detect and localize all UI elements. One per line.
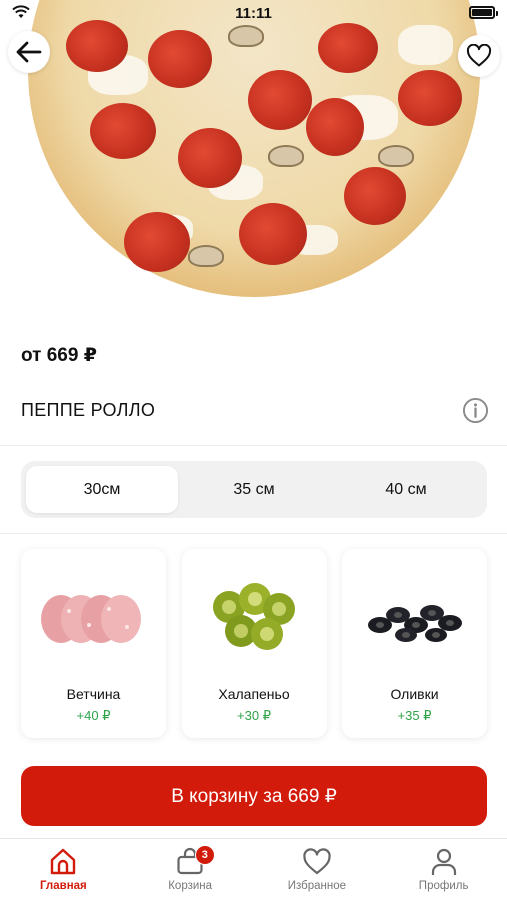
add-to-cart-button[interactable]: В корзину за 669 ₽ bbox=[21, 766, 487, 826]
topping-name: Оливки bbox=[390, 686, 439, 702]
home-icon bbox=[51, 848, 76, 875]
product-price: от 669 ₽ bbox=[21, 345, 97, 366]
size-option-40[interactable]: 40 см bbox=[330, 466, 482, 513]
tab-profile[interactable]: Профиль bbox=[380, 839, 507, 900]
topping-card-olives[interactable]: Оливки +35 ₽ bbox=[342, 549, 487, 738]
product-name: ПЕППЕ РОЛЛО bbox=[21, 399, 156, 420]
topping-card-ham[interactable]: Ветчина +40 ₽ bbox=[21, 549, 166, 738]
back-button[interactable] bbox=[8, 31, 50, 73]
divider bbox=[0, 445, 507, 446]
wifi-icon bbox=[12, 5, 30, 18]
jalapeno-image bbox=[182, 579, 327, 659]
size-selector: 30см 35 см 40 см bbox=[21, 461, 487, 518]
product-image bbox=[0, 0, 507, 330]
topping-price: +40 ₽ bbox=[76, 708, 111, 723]
size-option-35[interactable]: 35 см bbox=[178, 466, 330, 513]
size-option-30[interactable]: 30см bbox=[26, 466, 178, 513]
topping-card-jalapeno[interactable]: Халапеньо +30 ₽ bbox=[181, 549, 327, 738]
status-time: 11:11 bbox=[235, 4, 272, 22]
product-title-row: ПЕППЕ РОЛЛО bbox=[21, 395, 489, 425]
battery-icon bbox=[469, 6, 498, 19]
tab-label: Главная bbox=[39, 880, 87, 892]
olives-image bbox=[342, 579, 487, 659]
favorite-button[interactable] bbox=[458, 35, 500, 77]
tab-bar: Главная 3 Корзина Избранное Профиль bbox=[0, 838, 507, 900]
topping-price: +30 ₽ bbox=[237, 708, 271, 723]
heart-icon bbox=[303, 848, 331, 875]
pizza-illustration bbox=[28, 0, 480, 297]
info-icon[interactable] bbox=[462, 397, 489, 424]
toppings-list: Ветчина +40 ₽ Халапеньо +30 ₽ Оливки +35… bbox=[21, 549, 487, 738]
tab-label: Корзина bbox=[168, 880, 213, 892]
status-bar: 11:11 bbox=[0, 0, 507, 26]
divider bbox=[0, 533, 507, 534]
topping-name: Халапеньо bbox=[218, 686, 290, 702]
user-icon bbox=[431, 848, 456, 875]
cart-badge: 3 bbox=[194, 845, 215, 865]
tab-favorites[interactable]: Избранное bbox=[254, 839, 381, 900]
heart-icon bbox=[466, 44, 492, 67]
tab-label: Профиль bbox=[418, 880, 469, 892]
topping-price: +35 ₽ bbox=[397, 708, 432, 723]
topping-name: Ветчина bbox=[66, 686, 121, 702]
arrow-left-icon bbox=[16, 41, 42, 63]
tab-cart[interactable]: 3 Корзина bbox=[127, 839, 254, 900]
tab-home[interactable]: Главная bbox=[0, 839, 127, 900]
tab-label: Избранное bbox=[287, 880, 347, 892]
ham-image bbox=[21, 579, 166, 659]
